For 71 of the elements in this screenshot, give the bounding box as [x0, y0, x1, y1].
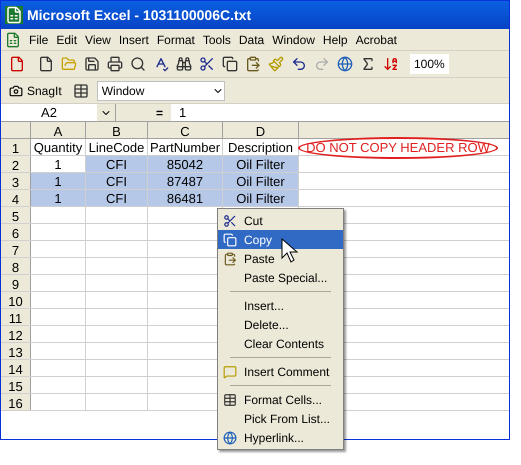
menu-item[interactable]: Format [152, 30, 199, 48]
row-header[interactable]: 8 [1, 258, 31, 274]
table-cell: Oil Filter [223, 156, 299, 172]
menu-item[interactable]: Insert [114, 30, 153, 48]
row-header[interactable]: 4 [1, 190, 31, 206]
clipboard-icon [223, 252, 237, 266]
menu-item[interactable]: Tools [198, 30, 235, 48]
row-header[interactable]: 16 [1, 394, 31, 410]
row-header[interactable]: 3 [1, 173, 31, 189]
row-header[interactable]: 7 [1, 241, 31, 257]
row-header[interactable]: 14 [1, 360, 31, 376]
menu-item[interactable]: Cut [218, 211, 343, 230]
equals-sign: = [116, 104, 171, 121]
table-cell: 1 [31, 173, 86, 189]
scissors-icon [223, 214, 237, 228]
menu-item[interactable]: Help [318, 30, 352, 48]
table-cell: Oil Filter [223, 190, 299, 206]
row-header[interactable]: 12 [1, 326, 31, 342]
row-header[interactable]: 6 [1, 224, 31, 240]
table-cell: Quantity [31, 139, 86, 155]
menu-item[interactable]: Insert Comment [218, 362, 343, 381]
table-cell: 86481 [148, 190, 223, 206]
comment-icon [223, 364, 237, 378]
row-header[interactable]: 9 [1, 275, 31, 291]
column-header[interactable]: C [148, 122, 223, 138]
zoom-field[interactable]: 100% [410, 54, 449, 74]
mouse-pointer-icon [281, 238, 299, 264]
row-header[interactable]: 15 [1, 377, 31, 393]
window-title: Microsoft Excel - 1031100006C.txt [27, 6, 252, 24]
formula-input[interactable]: 1 [171, 102, 509, 122]
menu-item[interactable]: Clear Contents [218, 334, 343, 353]
menu-item[interactable]: Paste Special... [218, 268, 343, 287]
row-header[interactable]: 11 [1, 309, 31, 325]
name-box[interactable]: A2 [1, 104, 116, 121]
menu-item[interactable]: Format Cells... [218, 390, 343, 409]
table-cell: CFI [86, 190, 148, 206]
menu-item[interactable]: File [25, 30, 52, 48]
menu-item[interactable]: Edit [52, 30, 82, 48]
table-cell: 87487 [148, 173, 223, 189]
menu-item[interactable]: Acrobat [352, 30, 401, 48]
menu-item[interactable]: Insert... [218, 296, 343, 315]
table-cell: Oil Filter [223, 173, 299, 189]
menu-item[interactable]: Hyperlink... [218, 428, 343, 447]
table-cell: CFI [86, 173, 148, 189]
snagit-button[interactable]: SnagIt [5, 82, 66, 100]
menu-item[interactable]: Paste [218, 249, 343, 268]
window-dropdown[interactable]: Window [96, 80, 225, 100]
row-header[interactable]: 2 [1, 156, 31, 172]
table-cell: CFI [86, 156, 148, 172]
row-header[interactable]: 5 [1, 207, 31, 223]
menu-item[interactable]: Pick From List... [218, 409, 343, 428]
row-header[interactable]: 1 [1, 139, 31, 155]
table-cell: 85042 [148, 156, 223, 172]
column-header[interactable]: A [31, 122, 86, 138]
column-header[interactable]: D [223, 122, 299, 138]
copy-icon [223, 232, 237, 246]
workbook-icon [5, 32, 21, 48]
menu-item[interactable]: Copy [218, 230, 343, 249]
menu-item[interactable]: Delete... [218, 315, 343, 334]
menu-item[interactable]: Data [234, 30, 268, 48]
globe-icon [223, 430, 237, 444]
row-header[interactable]: 10 [1, 292, 31, 308]
camera-icon [9, 84, 23, 98]
table-icon [223, 392, 237, 406]
column-header[interactable]: B [86, 122, 148, 138]
table-cell: PartNumber [148, 139, 223, 155]
table-cell: LineCode [86, 139, 148, 155]
menu-item[interactable]: Window [268, 30, 319, 48]
menu-item[interactable]: View [81, 30, 115, 48]
table-cell: 1 [31, 190, 86, 206]
row-header[interactable]: 13 [1, 343, 31, 359]
